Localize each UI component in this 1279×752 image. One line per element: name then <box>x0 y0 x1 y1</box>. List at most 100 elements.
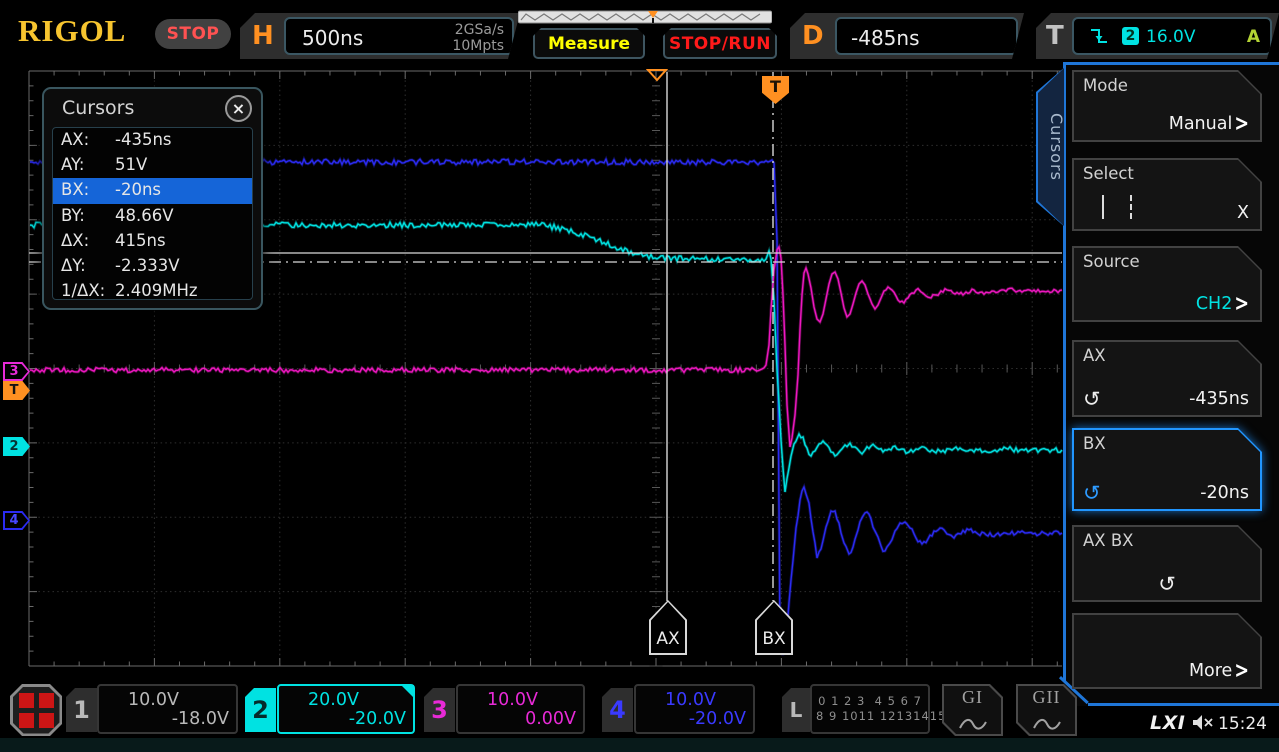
speaker-muted-icon[interactable] <box>1191 714 1215 732</box>
delay-label: D <box>802 21 824 51</box>
horizontal-delay-group[interactable]: D -485ns <box>790 13 1024 59</box>
cursor-b-line-icon <box>1130 195 1132 219</box>
horizontal-timebase-group[interactable]: H 500ns 2GSa/s 10Mpts <box>240 13 520 59</box>
horizontal-label: H <box>252 21 274 51</box>
lxi-logo: LXI <box>1150 712 1186 734</box>
generator1-button[interactable]: GI <box>942 684 1003 736</box>
menu-button-value: More > <box>1189 658 1249 684</box>
menu-tab-label: Cursors <box>1047 113 1066 181</box>
cursor-readout-row-selected: BX: -20ns <box>53 178 252 204</box>
logic-row-8-15: 8 9 1011 12131415 <box>816 709 947 723</box>
mode-value: Manual <box>1168 114 1233 134</box>
menu-button-label: AX BX <box>1083 531 1134 550</box>
cursor-readout-row: ΔY: -2.333V <box>53 254 252 279</box>
active-corner-fold <box>401 685 414 698</box>
channel2-status-box[interactable]: 20.0V -20.0V <box>277 684 415 734</box>
readout-value: -2.333V <box>115 255 180 275</box>
readout-value: 415ns <box>115 230 166 250</box>
menu-button-source[interactable]: Source CH2 > <box>1072 246 1262 322</box>
chevron-right-icon: > <box>1234 658 1249 684</box>
menu-button-ax-bx[interactable]: AX BX ↺ <box>1072 525 1262 602</box>
menu-button-value: -435ns <box>1189 389 1249 409</box>
channel3-marker-label: 3 <box>9 364 19 379</box>
menu-button-select[interactable]: Select X <box>1072 158 1262 231</box>
generator2-button[interactable]: GII <box>1016 684 1077 736</box>
logic-analyzer-tab[interactable]: L <box>782 688 810 732</box>
channel3-offset: 0.00V <box>525 709 576 729</box>
cursors-dialog[interactable]: Cursors × AX: -435ns AY: 51V BX: -20ns B… <box>42 87 263 310</box>
channel4-offset: -20.0V <box>688 709 746 729</box>
chevron-right-icon: > <box>1234 291 1249 317</box>
menu-button-label: Source <box>1083 252 1140 271</box>
close-icon[interactable]: × <box>225 95 252 122</box>
readout-label: AX: <box>61 130 90 149</box>
run-state-badge: STOP <box>155 19 231 49</box>
trigger-level-marker-label: T <box>9 383 19 398</box>
cursor-ax-handle-label: AX <box>656 629 680 649</box>
channel1-tab[interactable]: 1 <box>66 688 97 732</box>
menu-button-ax[interactable]: AX ↺ -435ns <box>1072 340 1262 417</box>
trigger-level-marker[interactable]: T <box>3 381 30 400</box>
menu-button-value: CH2 > <box>1195 291 1249 317</box>
trigger-group[interactable]: T 2 16.0V A <box>1036 13 1279 59</box>
logic-channels-box[interactable]: 0 1 2 3 4 5 6 7 8 9 1011 12131415 <box>810 684 947 734</box>
readout-value: -435ns <box>115 130 172 149</box>
menu-button-more[interactable]: More > <box>1072 613 1262 689</box>
readout-label: 1/ΔX: <box>61 281 106 300</box>
cursors-dialog-title: Cursors <box>62 97 135 119</box>
cursor-ax-handle[interactable]: AX <box>649 600 687 655</box>
stop-run-button[interactable]: STOP/RUN <box>663 28 777 59</box>
cursor-bx-handle-label: BX <box>762 629 786 649</box>
center-reference-icon <box>646 69 668 82</box>
sample-rate: 2GSa/s <box>454 22 504 38</box>
cursor-readout-row: AX: -435ns <box>53 128 252 153</box>
channel1-status-box[interactable]: 10.0V -18.0V <box>97 684 238 734</box>
channel2-position-marker[interactable]: 2 <box>3 437 30 456</box>
menu-button-bx[interactable]: BX ↺ -20ns <box>1072 428 1262 511</box>
cursor-bx-handle[interactable]: BX <box>755 600 793 655</box>
menu-button-mode[interactable]: Mode Manual > <box>1072 70 1262 142</box>
trigger-level-value: 16.0V <box>1146 27 1196 47</box>
channel3-status-box[interactable]: 10.0V 0.00V <box>456 684 585 734</box>
channel2-marker-label: 2 <box>9 439 19 454</box>
rotate-knob-icon: ↺ <box>1158 572 1176 596</box>
memory-depth: 10Mpts <box>452 38 504 54</box>
cursor-readout-row: ΔX: 415ns <box>53 229 252 254</box>
menu-button-label: BX <box>1083 434 1106 453</box>
channel2-tab[interactable]: 2 <box>245 688 276 732</box>
bottom-bezel-strip <box>0 738 1279 752</box>
timebase-value: 500ns <box>302 26 364 50</box>
generator1-label: GI <box>962 687 983 707</box>
falling-edge-icon <box>1088 27 1110 47</box>
grid-icon <box>13 687 60 734</box>
stop-run-label: STOP/RUN <box>668 33 772 54</box>
menu-button-value: X <box>1237 203 1249 223</box>
grid-icon-square <box>19 693 34 708</box>
channel3-position-marker[interactable]: 3 <box>3 362 30 381</box>
menu-tab-cursors[interactable]: Cursors <box>1036 66 1066 228</box>
readout-label: ΔX: <box>61 230 90 250</box>
channel1-scale: 10.0V <box>128 690 179 710</box>
readout-value: 51V <box>115 155 148 175</box>
quick-access-button[interactable] <box>10 684 62 736</box>
sine-wave-icon <box>1032 718 1061 730</box>
channel2-offset: -20.0V <box>348 709 406 729</box>
menu-button-value: -20ns <box>1200 483 1249 503</box>
channel3-tab[interactable]: 3 <box>424 688 455 732</box>
rotate-knob-icon: ↺ <box>1083 481 1101 505</box>
memory-position-indicator[interactable] <box>518 10 772 24</box>
rigol-logo: RIGOL <box>18 13 127 48</box>
trigger-box[interactable]: 2 16.0V A <box>1072 17 1272 55</box>
menu-button-label: AX <box>1083 346 1106 365</box>
channel4-tab[interactable]: 4 <box>602 688 633 732</box>
trigger-label: T <box>1046 21 1064 51</box>
delay-box[interactable]: -485ns <box>835 17 1018 55</box>
source-value: CH2 <box>1195 294 1233 314</box>
measure-button[interactable]: Measure <box>533 28 645 59</box>
channel-status-bar: 1 10.0V -18.0V 2 20.0V -20.0V 3 10.0V 0.… <box>0 680 1092 736</box>
channel4-status-box[interactable]: 10.0V -20.0V <box>634 684 755 734</box>
timebase-box[interactable]: 500ns 2GSa/s 10Mpts <box>284 17 514 55</box>
measure-label: Measure <box>547 33 631 54</box>
readout-label: AY: <box>61 155 85 175</box>
channel4-position-marker[interactable]: 4 <box>3 511 30 530</box>
